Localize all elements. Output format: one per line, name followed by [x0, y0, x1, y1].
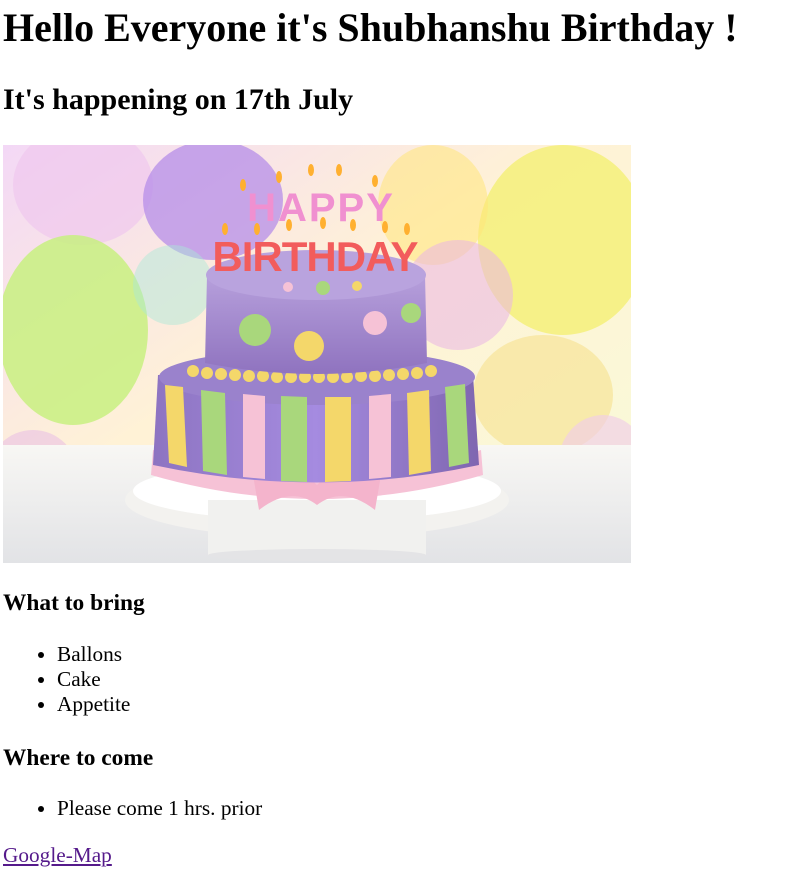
what-to-bring-list: Ballons Cake Appetite	[3, 642, 130, 717]
list-item: Ballons	[57, 642, 130, 667]
list-item: Appetite	[57, 692, 130, 717]
list-item: Please come 1 hrs. prior	[57, 796, 262, 821]
where-to-come-heading: Where to come	[3, 745, 154, 771]
google-map-link[interactable]: Google-Map	[3, 843, 112, 868]
balloon-green	[3, 235, 148, 425]
where-to-come-list: Please come 1 hrs. prior	[3, 796, 262, 821]
candle-word-birthday: BIRTHDAY	[212, 233, 418, 280]
what-to-bring-heading: What to bring	[3, 590, 145, 616]
list-item: Cake	[57, 667, 130, 692]
birthday-cake-image: HAPPY BIRTHDAY	[3, 145, 631, 563]
event-date-heading: It's happening on 17th July	[3, 83, 354, 116]
page-title: Hello Everyone it's Shubhanshu Birthday …	[3, 5, 738, 50]
